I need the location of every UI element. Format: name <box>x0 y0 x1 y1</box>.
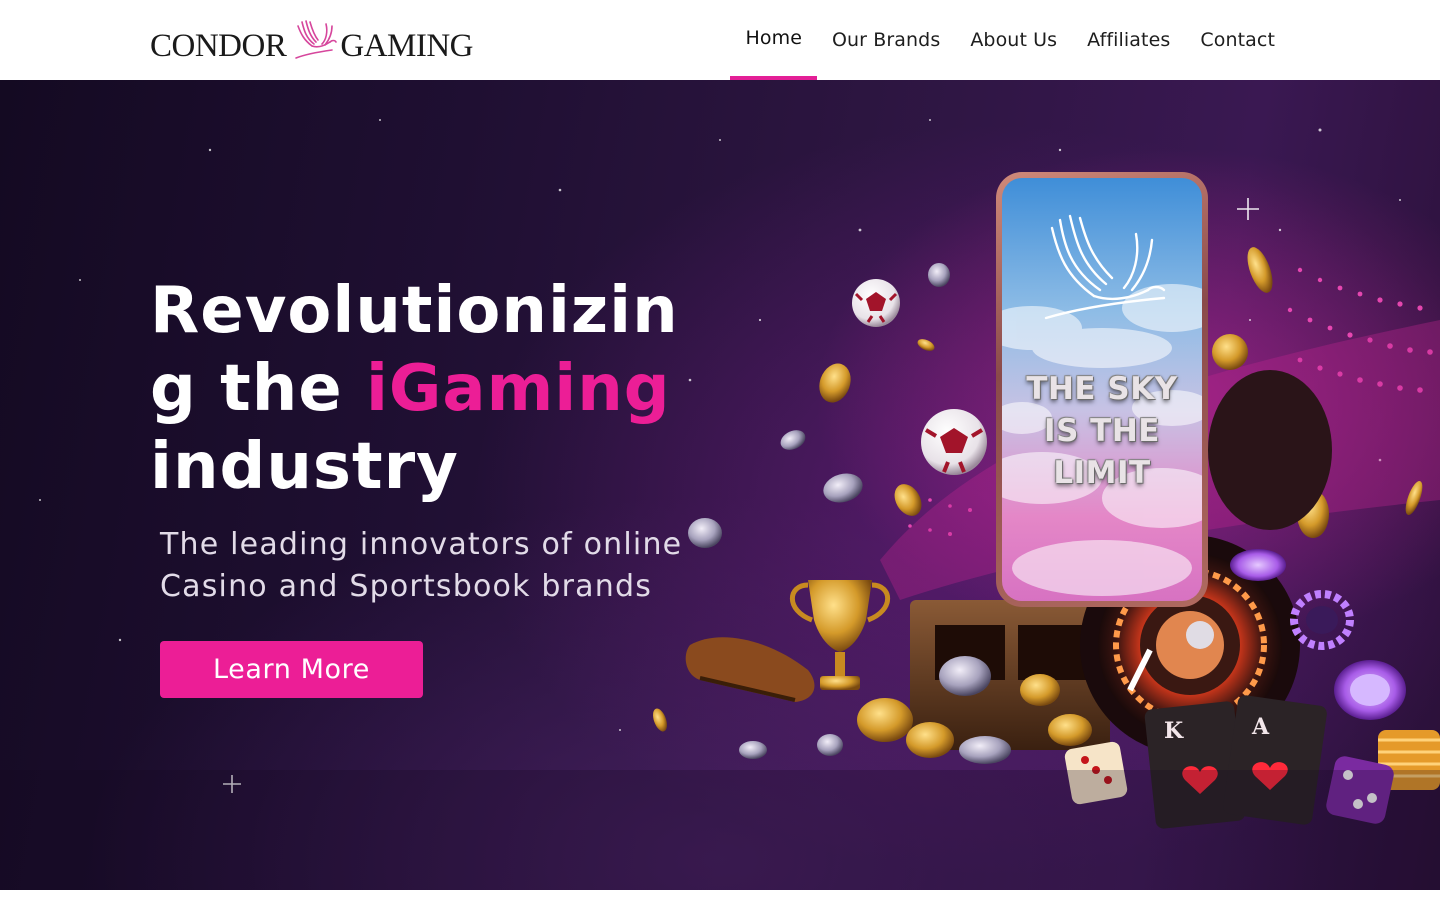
site-logo[interactable]: CONDOR GAMING <box>150 18 474 64</box>
phone-slogan: THE SKY IS THE LIMIT <box>1026 371 1178 491</box>
page-bottom-strip <box>0 890 1440 900</box>
logo-text-right: GAMING <box>340 27 474 64</box>
nav-item-our-brands[interactable]: Our Brands <box>817 0 955 80</box>
site-header: CONDOR GAMING Home Our Brands About Us A… <box>0 0 1440 80</box>
nav-item-home[interactable]: Home <box>730 0 817 80</box>
phone-illustration: THE SKY IS THE LIMIT <box>996 172 1208 607</box>
hero-title-accent: iGaming <box>365 352 671 426</box>
nav-item-contact[interactable]: Contact <box>1185 0 1290 80</box>
phone-screen: THE SKY IS THE LIMIT <box>1002 178 1202 601</box>
hero-title: Revolutionizing the iGaming industry <box>150 272 710 506</box>
learn-more-button[interactable]: Learn More <box>160 641 423 698</box>
main-nav: Home Our Brands About Us Affiliates Cont… <box>730 0 1290 80</box>
condor-bird-icon <box>295 20 338 59</box>
hero-title-part2: industry <box>150 430 459 504</box>
hero-section: K A THE SKY IS THE LIMIT Revolutionizing… <box>0 80 1440 890</box>
nav-item-about-us[interactable]: About Us <box>955 0 1072 80</box>
nav-item-affiliates[interactable]: Affiliates <box>1072 0 1185 80</box>
logo-text-left: CONDOR <box>150 27 287 64</box>
condor-bird-icon <box>1044 214 1166 320</box>
svg-text:K: K <box>1164 718 1184 744</box>
hero-subtitle: The leading innovators of online Casino … <box>160 527 683 604</box>
svg-text:A: A <box>1251 714 1270 740</box>
